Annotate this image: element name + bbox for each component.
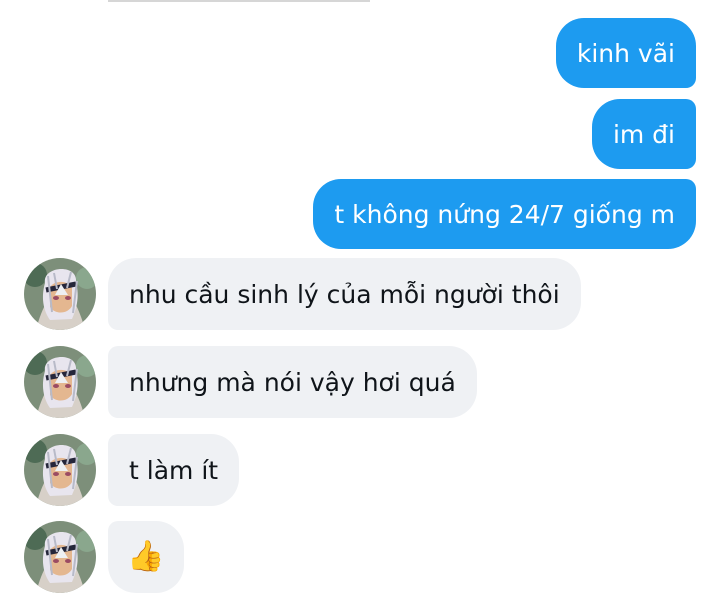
- received-message-4[interactable]: 👍: [108, 521, 184, 593]
- avatar[interactable]: [24, 346, 96, 418]
- received-message-1[interactable]: nhu cầu sinh lý của mỗi người thôi: [108, 258, 581, 330]
- received-message-row-2: nhưng mà nói vậy hơi quá: [24, 346, 477, 418]
- received-message-row-3: t làm ít: [24, 434, 240, 506]
- avatar-image: [24, 258, 96, 330]
- sent-message-2[interactable]: im đi: [591, 99, 696, 169]
- received-message-row-4: 👍: [24, 521, 184, 593]
- received-message-2[interactable]: nhưng mà nói vậy hơi quá: [108, 346, 477, 418]
- avatar[interactable]: [24, 434, 96, 506]
- sent-message-text: im đi: [612, 119, 675, 149]
- avatar-image: [24, 434, 96, 506]
- received-message-text: nhưng mà nói vậy hơi quá: [129, 367, 456, 397]
- received-message-row-1: nhu cầu sinh lý của mỗi người thôi: [24, 258, 581, 330]
- sent-message-3[interactable]: t không nứng 24/7 giống m: [313, 179, 696, 249]
- sent-message-1[interactable]: kinh vãi: [555, 18, 696, 88]
- avatar[interactable]: [24, 521, 96, 593]
- received-message-3[interactable]: t làm ít: [108, 434, 240, 506]
- sent-message-text: kinh vãi: [576, 38, 675, 68]
- received-message-text: t làm ít: [129, 455, 219, 485]
- message-thread: kinh vãi im đi t không nứng 24/7 giống m: [0, 0, 720, 600]
- thumbs-up-icon: 👍: [127, 539, 165, 574]
- avatar[interactable]: [24, 258, 96, 330]
- received-message-text: nhu cầu sinh lý của mỗi người thôi: [129, 279, 560, 309]
- sent-message-text: t không nứng 24/7 giống m: [334, 199, 675, 229]
- avatar-image: [24, 346, 96, 418]
- avatar-image: [24, 521, 96, 593]
